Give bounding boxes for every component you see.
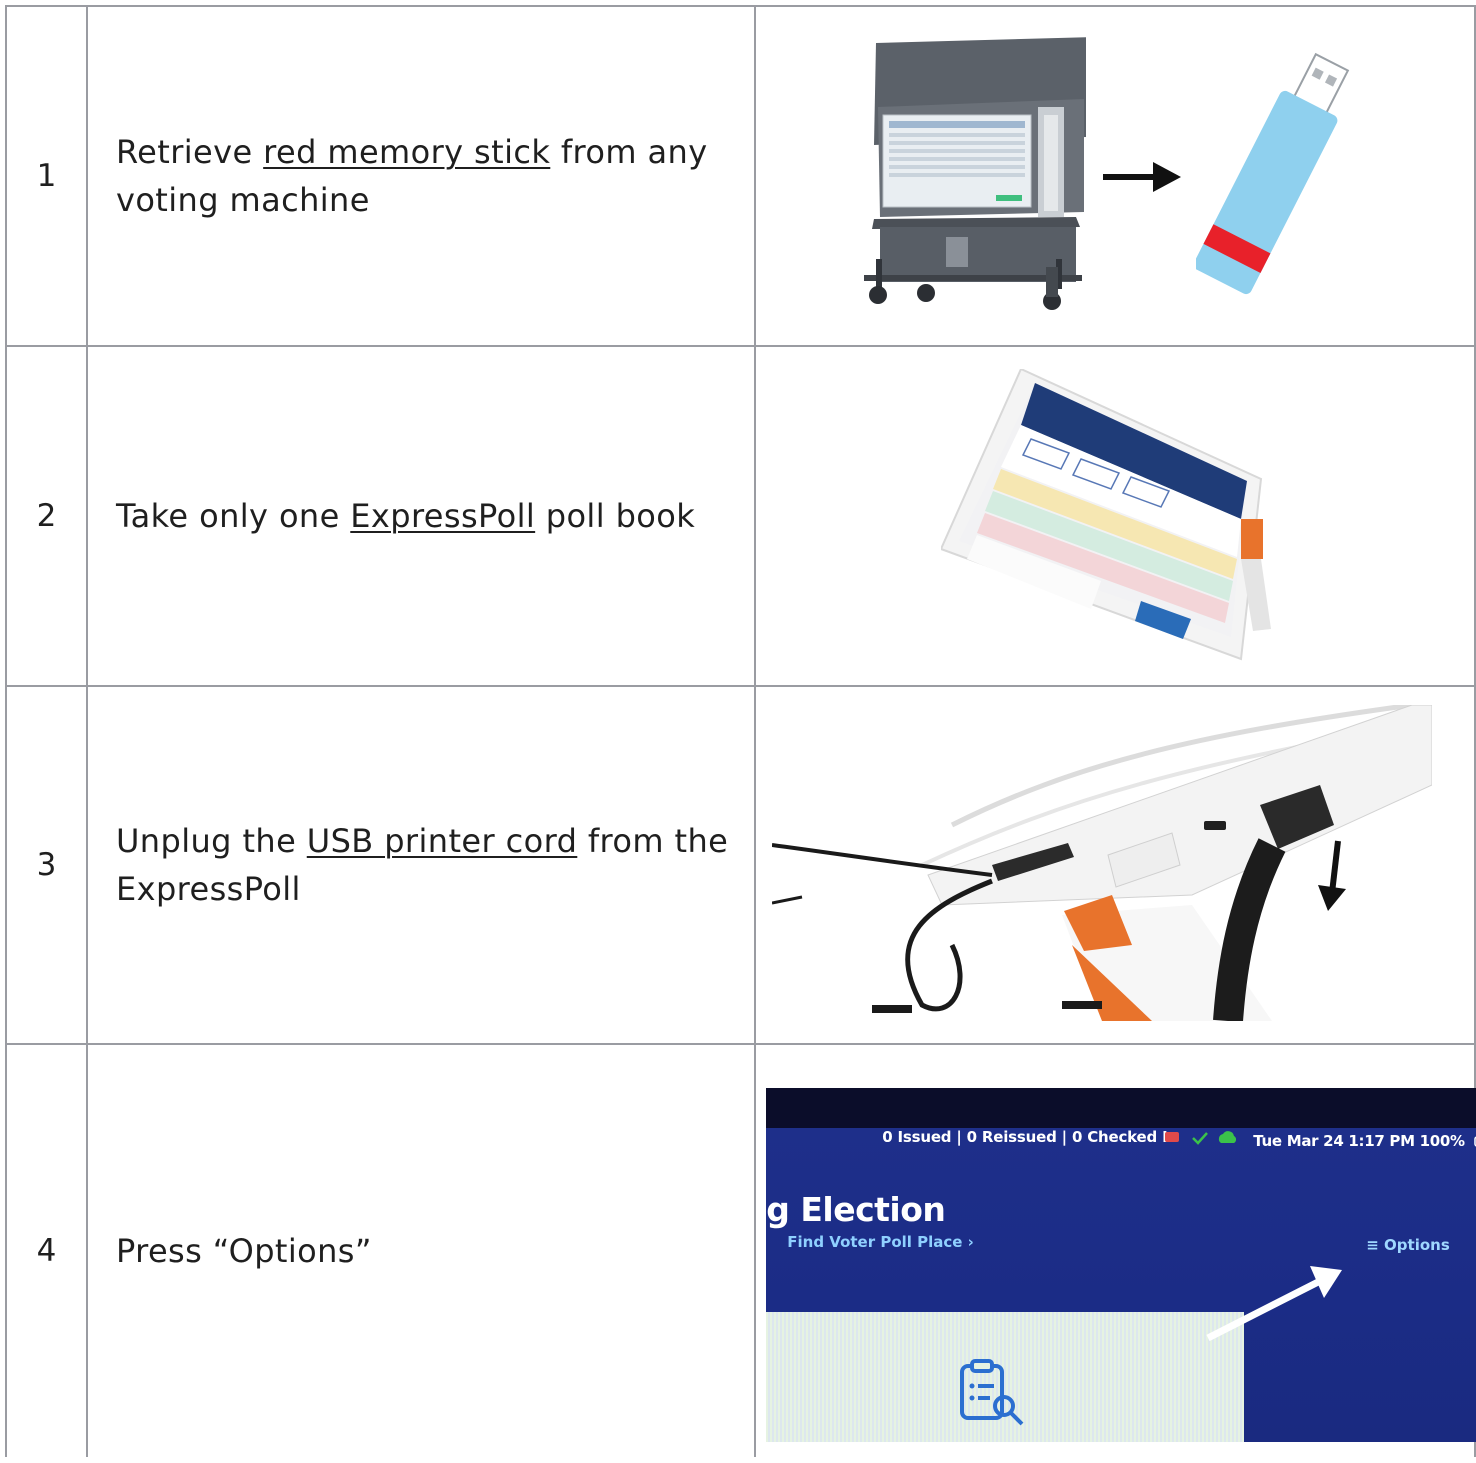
- step-instruction: Unplug the USB printer cord from the Exp…: [85, 685, 757, 1045]
- cloud-icon: [1219, 1131, 1237, 1143]
- instruction-text: Take only one: [115, 497, 351, 535]
- instruction-underlined: USB printer cord: [306, 822, 578, 860]
- instruction-underlined: ExpressPoll: [350, 497, 536, 535]
- arrow-pointer-icon: [1206, 1266, 1343, 1342]
- step-instruction: Take only one ExpressPoll poll book: [85, 345, 757, 687]
- usb-memory-stick-image: [1196, 52, 1350, 295]
- step-image-cell: [754, 345, 1476, 687]
- step-row-2: 2 Take only one ExpressPoll poll book: [5, 345, 1476, 687]
- step-instruction: Press “Options”: [85, 1043, 757, 1457]
- arrow-right-icon: [1103, 162, 1182, 192]
- printer-icon: [1165, 1132, 1180, 1142]
- instruction-text: poll book: [535, 497, 696, 535]
- expresspoll-screen-photo: 0 Issued | 0 Reissued | 0 Checked In Tue…: [766, 1088, 1476, 1442]
- step-number: 2: [5, 345, 88, 687]
- instruction-underlined: red memory stick: [263, 133, 551, 171]
- instruction-text: Unplug the: [115, 822, 307, 860]
- steps-table: 1 Retrieve red memory stick from any vot…: [5, 5, 1476, 1457]
- step-row-4: 4 Press “Options” 0 Issued | 0 Reissued …: [5, 1043, 1476, 1457]
- screen-election-title: g Election: [766, 1190, 946, 1229]
- step-row-1: 1 Retrieve red memory stick from any vot…: [5, 5, 1476, 347]
- screen-status-counts: 0 Issued | 0 Reissued | 0 Checked In: [882, 1128, 1178, 1146]
- step-instruction: Retrieve red memory stick from any votin…: [85, 5, 757, 347]
- step-image-cell: 0 Issued | 0 Reissued | 0 Checked In Tue…: [754, 1043, 1476, 1457]
- step-image-cell: [754, 5, 1476, 347]
- clipboard-search-icon: [960, 1359, 1024, 1426]
- status-icons: [1165, 1131, 1237, 1145]
- arrow-down-icon: [1318, 840, 1347, 911]
- options-button[interactable]: ≡ Options: [1366, 1236, 1450, 1254]
- step-number: 1: [5, 5, 88, 347]
- find-voter-poll-place-link[interactable]: Find Voter Poll Place ›: [787, 1233, 974, 1251]
- instruction-text: Retrieve: [115, 133, 264, 171]
- step-number: 4: [5, 1043, 88, 1457]
- expresspoll-tablet-image: [941, 369, 1272, 661]
- step-number: 3: [5, 685, 88, 1045]
- check-icon: [1192, 1132, 1209, 1145]
- screen-datetime: Tue Mar 24 1:17 PM 100%: [1253, 1132, 1476, 1150]
- step-image-cell: [754, 685, 1476, 1045]
- step-row-3: 3 Unplug the USB printer cord from the E…: [5, 685, 1476, 1045]
- instruction-text: Press “Options”: [115, 1232, 372, 1270]
- voting-machine-image: [864, 37, 1087, 310]
